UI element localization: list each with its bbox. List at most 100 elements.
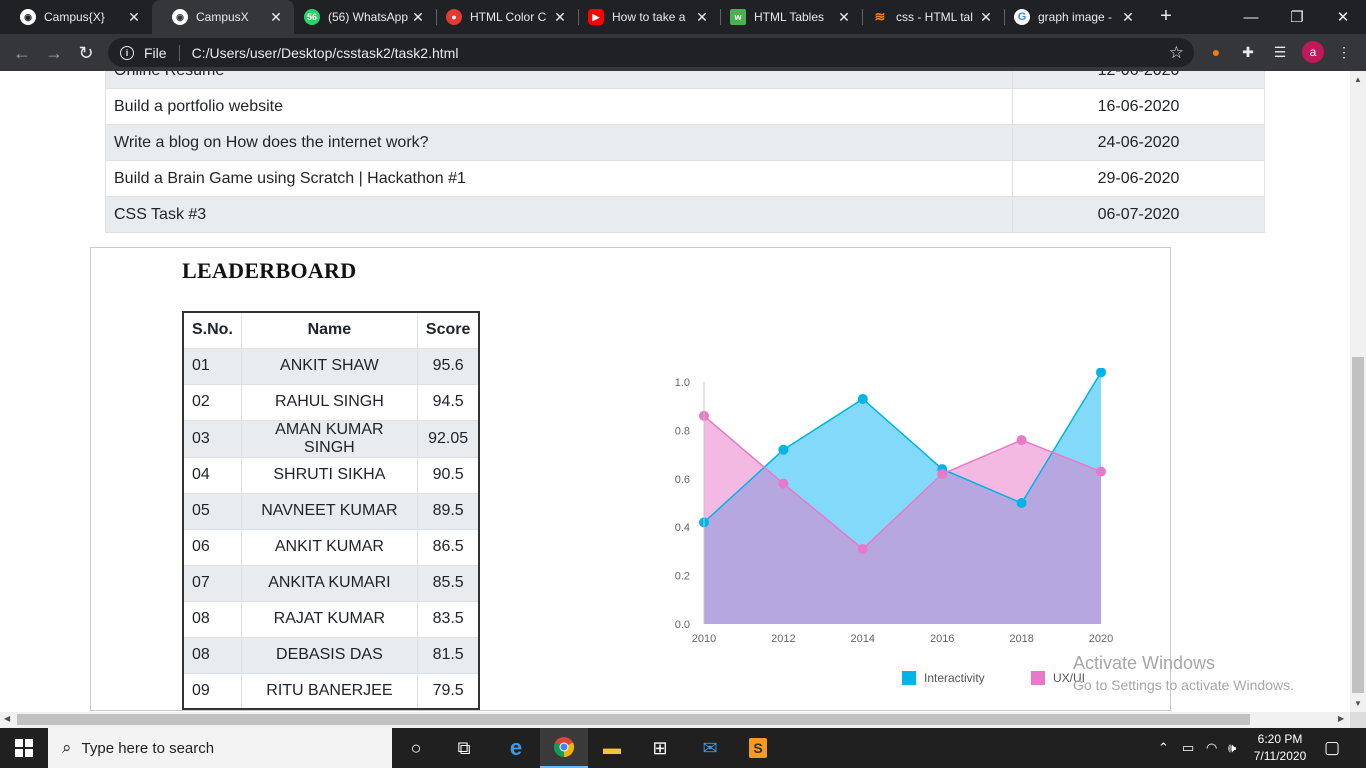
start-button[interactable]: [0, 728, 48, 768]
row-sno: 07: [182, 564, 242, 602]
tab-campusx-2[interactable]: ◉ CampusX ✕: [152, 0, 294, 34]
mail-icon[interactable]: ✉: [686, 728, 734, 768]
leaderboard-row: 04 SHRUTI SIKHA 90.5: [182, 456, 480, 494]
taskbar-search[interactable]: ⌕ Type here to search: [48, 728, 392, 768]
leaderboard-row: 01 ANKIT SHAW 95.6: [182, 347, 480, 385]
row-score: 94.5: [416, 383, 480, 421]
tab-html-color[interactable]: ● HTML Color C ✕: [436, 0, 578, 34]
vertical-scrollbar[interactable]: ▲ ▼: [1350, 71, 1366, 712]
battery-icon[interactable]: ▭: [1182, 728, 1194, 768]
row-score: 89.5: [416, 492, 480, 530]
back-button[interactable]: ←: [10, 41, 34, 65]
row-name: NAVNEET KUMAR: [240, 492, 418, 530]
more-menu-icon[interactable]: ⋮: [1334, 42, 1354, 62]
tab-title: How to take a: [612, 10, 686, 24]
forward-button[interactable]: →: [42, 41, 66, 65]
horizontal-scrollbar[interactable]: ◀ ▶: [0, 712, 1350, 728]
sublime-text-icon[interactable]: S: [734, 728, 782, 768]
media-queue-icon[interactable]: ☰: [1270, 42, 1290, 62]
edge-icon[interactable]: e: [492, 728, 540, 768]
scroll-up-arrow-icon[interactable]: ▲: [1354, 75, 1362, 84]
tab-google[interactable]: G graph image - ✕: [1004, 0, 1146, 34]
y-tick-label: 0.2: [675, 571, 690, 583]
close-icon[interactable]: ✕: [978, 9, 994, 26]
stackoverflow-icon: ≋: [874, 9, 886, 24]
cortana-icon[interactable]: ○: [392, 728, 440, 768]
notifications-icon[interactable]: ▢: [1324, 728, 1340, 768]
tab-whatsapp[interactable]: 56 (56) WhatsApp ✕: [294, 0, 436, 34]
address-divider: [178, 44, 180, 61]
new-tab-button[interactable]: +: [1156, 6, 1176, 26]
horizontal-scroll-thumb[interactable]: [17, 714, 1250, 725]
leaderboard-title: LEADERBOARD: [182, 258, 357, 283]
reload-button[interactable]: ↻: [74, 41, 98, 65]
row-score: 92.05: [416, 419, 480, 458]
scroll-left-arrow-icon[interactable]: ◀: [4, 714, 10, 723]
tab-title: Campus{X}: [44, 10, 105, 24]
row-name: ANKIT SHAW: [240, 347, 418, 385]
y-tick-label: 1.0: [675, 377, 690, 389]
x-tick-label: 2010: [692, 633, 716, 645]
data-point: [1096, 466, 1106, 477]
windows-taskbar: ⌕ Type here to search ○ ⧉ e ▬ ⊞ ✉ S ⌃ ▭ …: [0, 728, 1366, 768]
tab-title: HTML Color C: [470, 10, 547, 24]
header-score: Score: [416, 311, 480, 349]
scroll-right-arrow-icon[interactable]: ▶: [1338, 714, 1344, 723]
task-row: CSS Task #3 06-07-2020: [105, 196, 1265, 233]
task-row: Online Resume12-06-2020: [105, 71, 1265, 89]
close-icon[interactable]: ✕: [836, 9, 852, 26]
task-date: 06-07-2020: [1012, 196, 1265, 233]
row-sno: 03: [182, 419, 242, 458]
tab-title: graph image -: [1038, 10, 1113, 24]
scroll-down-arrow-icon[interactable]: ▼: [1354, 699, 1362, 708]
close-icon[interactable]: ✕: [268, 9, 284, 26]
extension-fox-icon[interactable]: ●: [1206, 42, 1226, 62]
close-icon[interactable]: ✕: [694, 9, 710, 26]
data-point: [1016, 498, 1027, 508]
tab-title: (56) WhatsApp: [328, 10, 409, 24]
info-icon[interactable]: i: [120, 45, 134, 60]
network-icon[interactable]: ◠: [1206, 728, 1217, 768]
system-clock[interactable]: 6:20 PM 7/11/2020: [1250, 731, 1310, 765]
data-point: [1096, 368, 1106, 378]
windows-logo-icon: [15, 739, 33, 757]
close-icon[interactable]: ✕: [126, 9, 142, 26]
restore-button[interactable]: ❐: [1274, 0, 1320, 34]
row-sno: 08: [182, 600, 242, 638]
tray-chevron-icon[interactable]: ⌃: [1158, 728, 1169, 768]
bookmark-star-icon[interactable]: ☆: [1169, 43, 1184, 63]
task-row: Build a Brain Game using Scratch | Hacka…: [105, 160, 1265, 197]
vertical-scroll-thumb[interactable]: [1352, 357, 1364, 693]
close-icon[interactable]: ✕: [1120, 9, 1136, 26]
profile-avatar[interactable]: a: [1302, 41, 1324, 63]
minimize-button[interactable]: —: [1228, 0, 1274, 34]
leaderboard-row: 06 ANKIT KUMAR 86.5: [182, 528, 480, 566]
row-name: ANKIT KUMAR: [240, 528, 418, 566]
row-sno: 09: [182, 672, 242, 710]
volume-icon[interactable]: 🕪: [1228, 728, 1236, 768]
chrome-icon[interactable]: [540, 728, 588, 768]
row-score: 81.5: [416, 636, 480, 674]
row-name: RAJAT KUMAR: [240, 600, 418, 638]
address-bar[interactable]: i File C:/Users/user/Desktop/csstask2/ta…: [108, 38, 1194, 67]
tab-youtube[interactable]: ▶ How to take a ✕: [578, 0, 720, 34]
store-icon[interactable]: ⊞: [636, 728, 684, 768]
task-name: Write a blog on How does the internet wo…: [105, 124, 1013, 161]
tab-html-tables[interactable]: w HTML Tables ✕: [720, 0, 862, 34]
extensions-puzzle-icon[interactable]: ✚: [1238, 42, 1258, 62]
tab-campusx-1[interactable]: ◉ Campus{X} ✕: [0, 0, 152, 34]
clock-date: 7/11/2020: [1253, 749, 1307, 763]
task-row: Build a portfolio website 16-06-2020: [105, 88, 1265, 125]
close-icon[interactable]: ✕: [552, 9, 568, 26]
x-tick-label: 2018: [1009, 633, 1033, 645]
row-score: 83.5: [416, 600, 480, 638]
close-icon[interactable]: ✕: [410, 9, 426, 26]
file-explorer-icon[interactable]: ▬: [588, 728, 636, 768]
y-tick-label: 0.6: [675, 474, 690, 486]
task-view-icon[interactable]: ⧉: [440, 728, 488, 768]
tab-stackoverflow[interactable]: ≋ css - HTML tal ✕: [862, 0, 1004, 34]
w3schools-icon: w: [730, 9, 746, 25]
leaderboard-header-row: S.No. Name Score: [182, 311, 480, 349]
data-point: [857, 543, 868, 554]
close-window-button[interactable]: ✕: [1320, 0, 1366, 34]
